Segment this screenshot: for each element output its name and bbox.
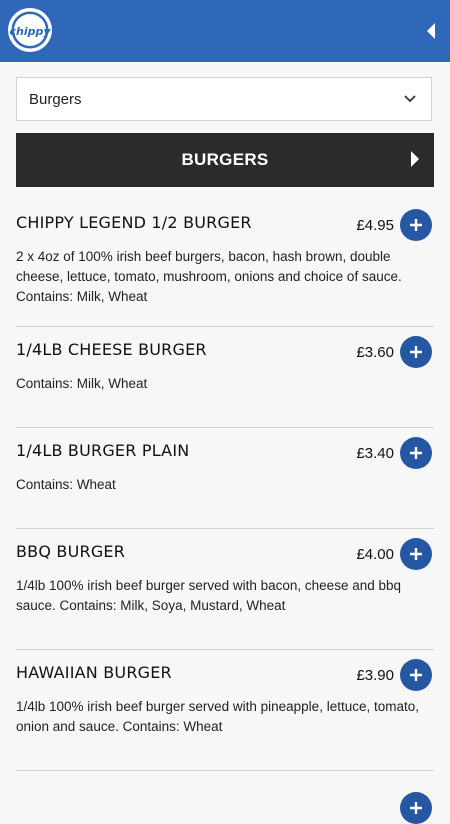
item-price: £3.40 (356, 445, 394, 462)
menu-item: HAWAIIAN BURGER £3.90 1/4lb 100% irish b… (16, 650, 434, 771)
menu-item: CHIPPY LEGEND 1/2 BURGER £4.95 2 x 4oz o… (16, 200, 434, 327)
category-select[interactable]: Burgers (16, 77, 432, 121)
menu-item-list: CHIPPY LEGEND 1/2 BURGER £4.95 2 x 4oz o… (16, 200, 434, 824)
item-description: 1/4lb 100% irish beef burger served with… (16, 699, 419, 734)
category-title: BURGERS (181, 150, 269, 169)
category-header[interactable]: BURGERS (16, 133, 434, 187)
item-description: Contains: Wheat (16, 477, 116, 492)
top-bar: chippy (0, 0, 450, 62)
add-to-cart-button[interactable] (400, 538, 432, 570)
menu-item: 1/4LB BURGER PLAIN £3.40 Contains: Wheat (16, 428, 434, 529)
item-description: 2 x 4oz of 100% irish beef burgers, baco… (16, 249, 402, 304)
item-name: BBQ BURGER (16, 542, 126, 561)
chevron-right-icon (411, 151, 419, 167)
item-price: £4.95 (356, 217, 394, 234)
item-name: 1/4LB CHEESE BURGER (16, 340, 207, 359)
menu-item (16, 771, 434, 824)
back-arrow-icon (427, 23, 435, 39)
add-to-cart-button[interactable] (400, 336, 432, 368)
menu-item: 1/4LB CHEESE BURGER £3.60 Contains: Milk… (16, 327, 434, 428)
item-price: £4.00 (356, 546, 394, 563)
item-description: Contains: Milk, Wheat (16, 376, 148, 391)
chippy-logo: chippy (8, 8, 52, 52)
plus-icon (410, 669, 422, 681)
item-name: CHIPPY LEGEND 1/2 BURGER (16, 213, 252, 232)
item-description: 1/4lb 100% irish beef burger served with… (16, 578, 402, 613)
item-price: £3.90 (356, 667, 394, 684)
item-price: £3.60 (356, 344, 394, 361)
plus-icon (410, 447, 422, 459)
add-to-cart-button[interactable] (400, 209, 432, 241)
menu-item: BBQ BURGER £4.00 1/4lb 100% irish beef b… (16, 529, 434, 650)
plus-icon (410, 802, 422, 814)
back-button[interactable] (412, 0, 450, 62)
add-to-cart-button[interactable] (400, 792, 432, 824)
add-to-cart-button[interactable] (400, 437, 432, 469)
plus-icon (410, 548, 422, 560)
category-select-value: Burgers (29, 90, 82, 108)
item-name: HAWAIIAN BURGER (16, 663, 172, 682)
plus-icon (410, 346, 422, 358)
chevron-down-icon (404, 95, 416, 103)
add-to-cart-button[interactable] (400, 659, 432, 691)
item-name: 1/4LB BURGER PLAIN (16, 441, 190, 460)
plus-icon (410, 219, 422, 231)
svg-text:chippy: chippy (9, 25, 51, 38)
